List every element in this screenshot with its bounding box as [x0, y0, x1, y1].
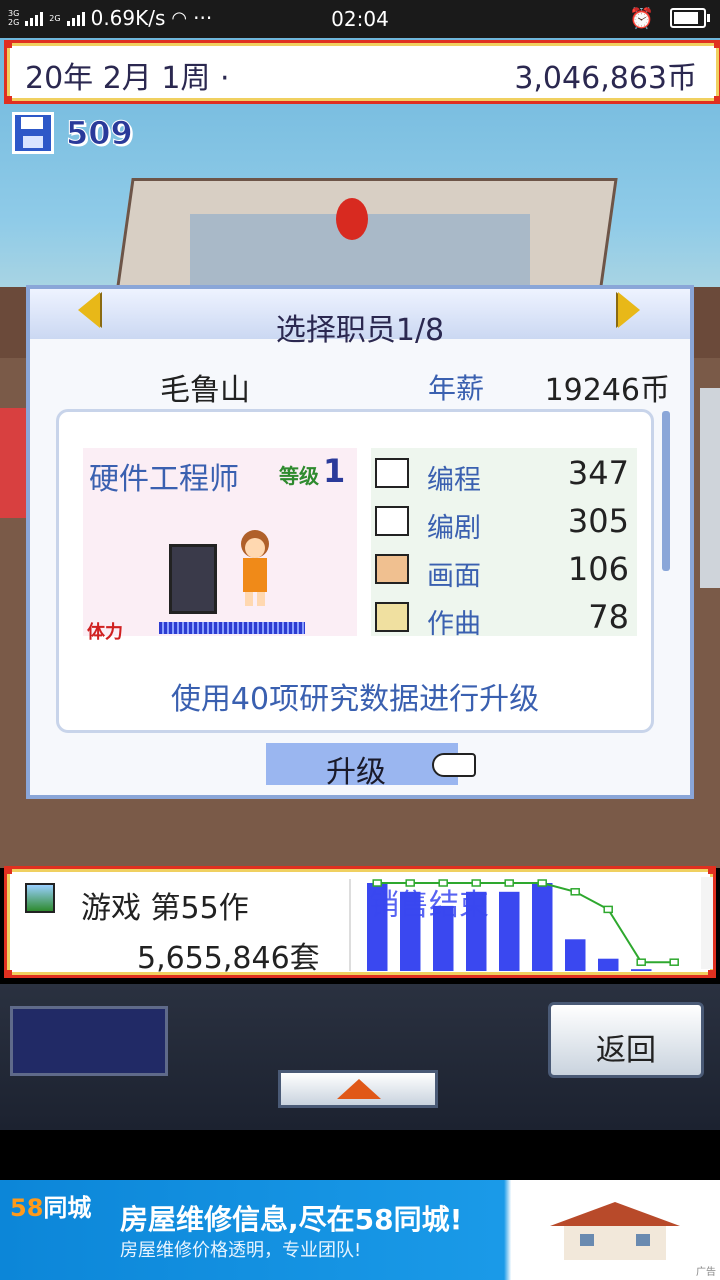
battery-icon	[670, 8, 710, 28]
job-panel: 硬件工程师 等级 1 体力	[83, 448, 357, 643]
game-title: 游戏 第55作	[81, 891, 249, 926]
chart-point	[603, 905, 613, 914]
back-button-label: 返回	[596, 1033, 656, 1068]
dialog-title: 选择职员1/8	[275, 313, 445, 348]
pointing-hand-icon	[432, 753, 476, 777]
chart-bar	[631, 969, 652, 971]
stat-value: 78	[588, 598, 629, 636]
upgrade-button[interactable]: 升级	[266, 743, 476, 790]
chart-point	[405, 879, 415, 887]
alarm-icon: ⏰	[629, 6, 654, 30]
stat-row: 画面 106	[375, 546, 633, 592]
ad-banner[interactable]: 58同城 房屋维修信息,尽在58同城! 房屋维修价格透明，专业团队! 广告	[0, 1180, 720, 1280]
chart-bar	[565, 939, 586, 971]
money-amount: 3,046,863币	[514, 61, 697, 96]
screen-gap	[0, 1130, 720, 1180]
upgrade-button-label: 升级	[326, 755, 386, 790]
bottom-controls: 返回	[0, 984, 720, 1130]
research-points: 509	[12, 112, 133, 154]
job-title: 硬件工程师	[89, 462, 239, 497]
select-staff-dialog: 选择职员1/8 毛鲁山 年薪 19246币 硬件工程师 等级 1 体力 编程 3…	[26, 285, 694, 799]
status-right: ⏰	[629, 6, 710, 30]
book-icon	[375, 506, 409, 536]
stamina-label: 体力	[87, 622, 123, 643]
back-button[interactable]: 返回	[548, 1002, 704, 1078]
panel-divider	[349, 879, 351, 971]
computer-icon	[375, 458, 409, 488]
next-staff-arrow-icon[interactable]	[618, 292, 640, 328]
chart-point	[570, 888, 580, 896]
trumpet-icon	[375, 602, 409, 632]
stat-label: 画面	[427, 561, 481, 592]
chart-point	[504, 879, 514, 887]
ad-subline: 房屋维修价格透明，专业团队!	[120, 1240, 362, 1261]
upgrade-message: 使用40项研究数据进行升级	[170, 682, 540, 717]
chart-point	[537, 879, 547, 887]
skill-stats: 编程 347 编剧 305 画面 106 作曲 78	[371, 448, 637, 640]
floppy-disk-icon	[12, 112, 54, 154]
date-money-bar: 20年 2月 1周 · 3,046,863币	[4, 40, 720, 104]
up-arrow-icon	[337, 1079, 381, 1099]
clock: 02:04	[331, 7, 389, 31]
house-image	[550, 1202, 680, 1260]
stat-value: 305	[567, 502, 629, 540]
chart-bar	[499, 891, 520, 971]
stat-value: 347	[567, 454, 629, 492]
level-label: 等级	[279, 464, 319, 488]
research-value: 509	[66, 114, 134, 153]
game-sales: 5,655,846套	[137, 941, 320, 976]
chart-point	[636, 958, 646, 966]
card-scrollbar[interactable]	[662, 411, 670, 571]
palette-icon	[375, 554, 409, 584]
lantern-icon	[336, 198, 368, 240]
ad-logo: 58同城	[10, 1194, 92, 1222]
employee-name: 毛鲁山	[160, 373, 250, 408]
chart-bar	[532, 883, 553, 971]
sales-chart: 销售结束	[367, 879, 679, 971]
stat-row: 作曲 78	[375, 594, 633, 640]
game-date: 20年 2月 1周 ·	[25, 61, 230, 96]
bookshelf	[700, 388, 720, 588]
game-cover-icon	[25, 883, 55, 913]
chart-point	[438, 879, 448, 887]
chart-bar	[598, 958, 619, 971]
chart-point	[471, 879, 481, 887]
vending-machine	[0, 408, 26, 518]
status-bar: 3G 2G 2G 0.69K/s ◠ ··· 02:04 ⏰	[0, 0, 720, 38]
stat-row: 编程 347	[375, 450, 633, 496]
chart-point	[372, 879, 382, 887]
stat-label: 编剧	[427, 513, 481, 544]
employee-card: 硬件工程师 等级 1 体力 编程 347 编剧 305 画面 106 作曲 78…	[56, 409, 654, 733]
chart-point	[669, 958, 679, 966]
expand-up-button[interactable]	[278, 1070, 438, 1108]
salary-value: 19246币	[544, 373, 670, 408]
stat-label: 作曲	[427, 609, 481, 640]
ad-headline: 房屋维修信息,尽在58同城!	[120, 1203, 463, 1236]
menu-button[interactable]	[10, 1006, 168, 1076]
employee-avatar	[241, 530, 269, 606]
stat-label: 编程	[427, 465, 481, 496]
stamina-bar	[159, 622, 305, 634]
computer-terminal-icon	[169, 544, 217, 614]
panel-scrollbar[interactable]	[701, 877, 713, 969]
game-sales-panel[interactable]: 游戏 第55作 5,655,846套 销售结束	[4, 866, 716, 978]
level-value: 1	[323, 452, 346, 490]
salary-label: 年薪	[428, 372, 485, 405]
stat-value: 106	[567, 550, 629, 588]
stat-row: 编剧 305	[375, 498, 633, 544]
chart-overlay-text: 销售结束	[369, 888, 489, 923]
ad-tag: 广告	[696, 1267, 716, 1278]
